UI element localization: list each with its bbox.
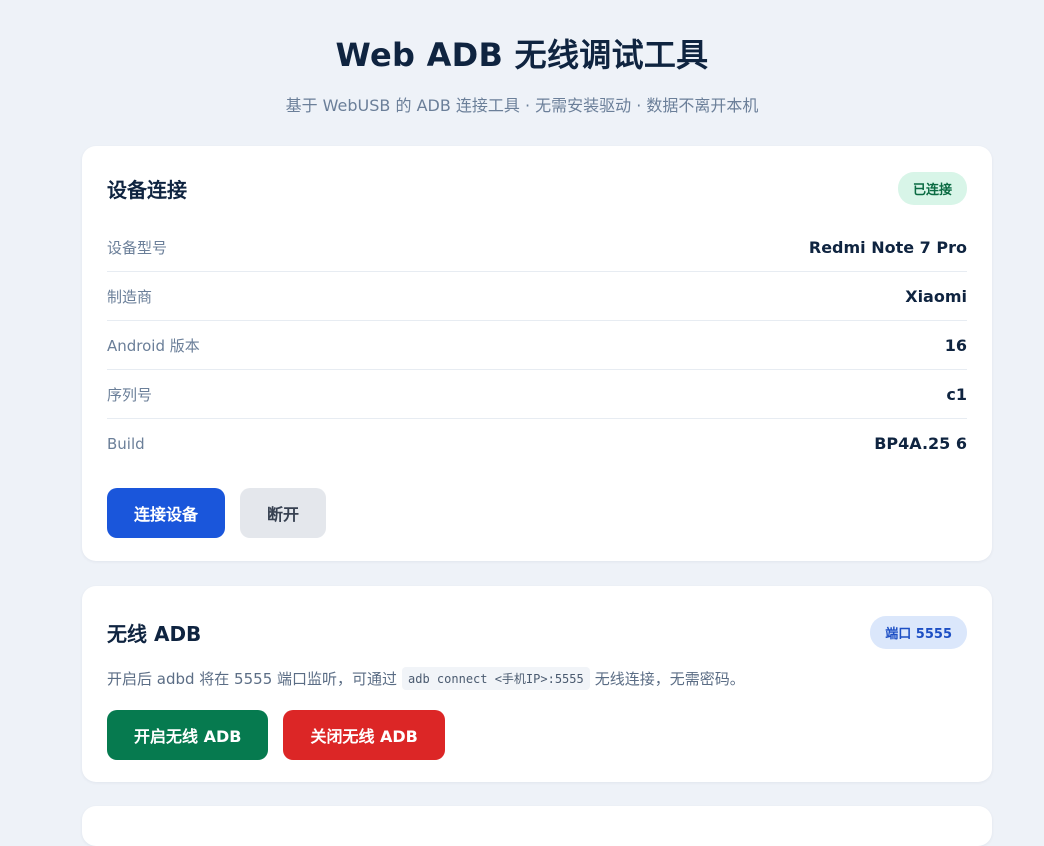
wireless-adb-card: 无线 ADB 端口 5555 开启后 adbd 将在 5555 端口监听，可通过… (82, 586, 992, 782)
status-badge: 已连接 (897, 172, 967, 205)
card-title: 无线 ADB (107, 622, 202, 646)
disable-wireless-adb-button[interactable]: 关闭无线 ADB (283, 710, 445, 760)
enable-wireless-adb-button[interactable]: 开启无线 ADB (107, 710, 269, 760)
info-row-serial: 序列号 c1 (107, 370, 967, 419)
info-value: Xiaomi (905, 286, 967, 306)
info-label: Build (107, 434, 145, 453)
page-header: Web ADB 无线调试工具 基于 WebUSB 的 ADB 连接工具 · 无需… (0, 0, 1044, 116)
info-value: BP4A.25 6 (874, 434, 967, 453)
port-badge: 端口 5555 (870, 616, 967, 649)
next-card (82, 806, 992, 846)
device-connection-card: 设备连接 已连接 设备型号 Redmi Note 7 Pro 制造商 Xiaom… (82, 146, 992, 561)
disconnect-button[interactable]: 断开 (240, 488, 327, 538)
info-value: 16 (944, 335, 967, 355)
wireless-description: 开启后 adbd 将在 5555 端口监听，可通过 adb connect <手… (107, 667, 967, 690)
connect-device-button[interactable]: 连接设备 (107, 488, 226, 538)
desc-text: 开启后 adbd 将在 5555 端口监听，可通过 (107, 670, 398, 688)
info-label: 制造商 (107, 287, 153, 306)
info-label: 设备型号 (107, 238, 168, 257)
info-label: Android 版本 (107, 336, 200, 355)
info-row-android-version: Android 版本 16 (107, 321, 967, 370)
info-value: Redmi Note 7 Pro (808, 237, 967, 257)
desc-text: 无线连接，无需密码。 (594, 670, 745, 688)
adb-connect-command: adb connect <手机IP>:5555 (402, 667, 590, 690)
info-row-build: Build BP4A.25 6 (107, 419, 967, 468)
device-info-list: 设备型号 Redmi Note 7 Pro 制造商 Xiaomi Android… (107, 223, 967, 468)
info-row-manufacturer: 制造商 Xiaomi (107, 272, 967, 321)
page-title: Web ADB 无线调试工具 (335, 36, 709, 74)
page-subtitle: 基于 WebUSB 的 ADB 连接工具 · 无需安装驱动 · 数据不离开本机 (285, 96, 759, 115)
info-row-model: 设备型号 Redmi Note 7 Pro (107, 223, 967, 272)
card-title: 设备连接 (107, 178, 187, 202)
info-label: 序列号 (107, 385, 153, 404)
info-value: c1 (946, 384, 967, 404)
